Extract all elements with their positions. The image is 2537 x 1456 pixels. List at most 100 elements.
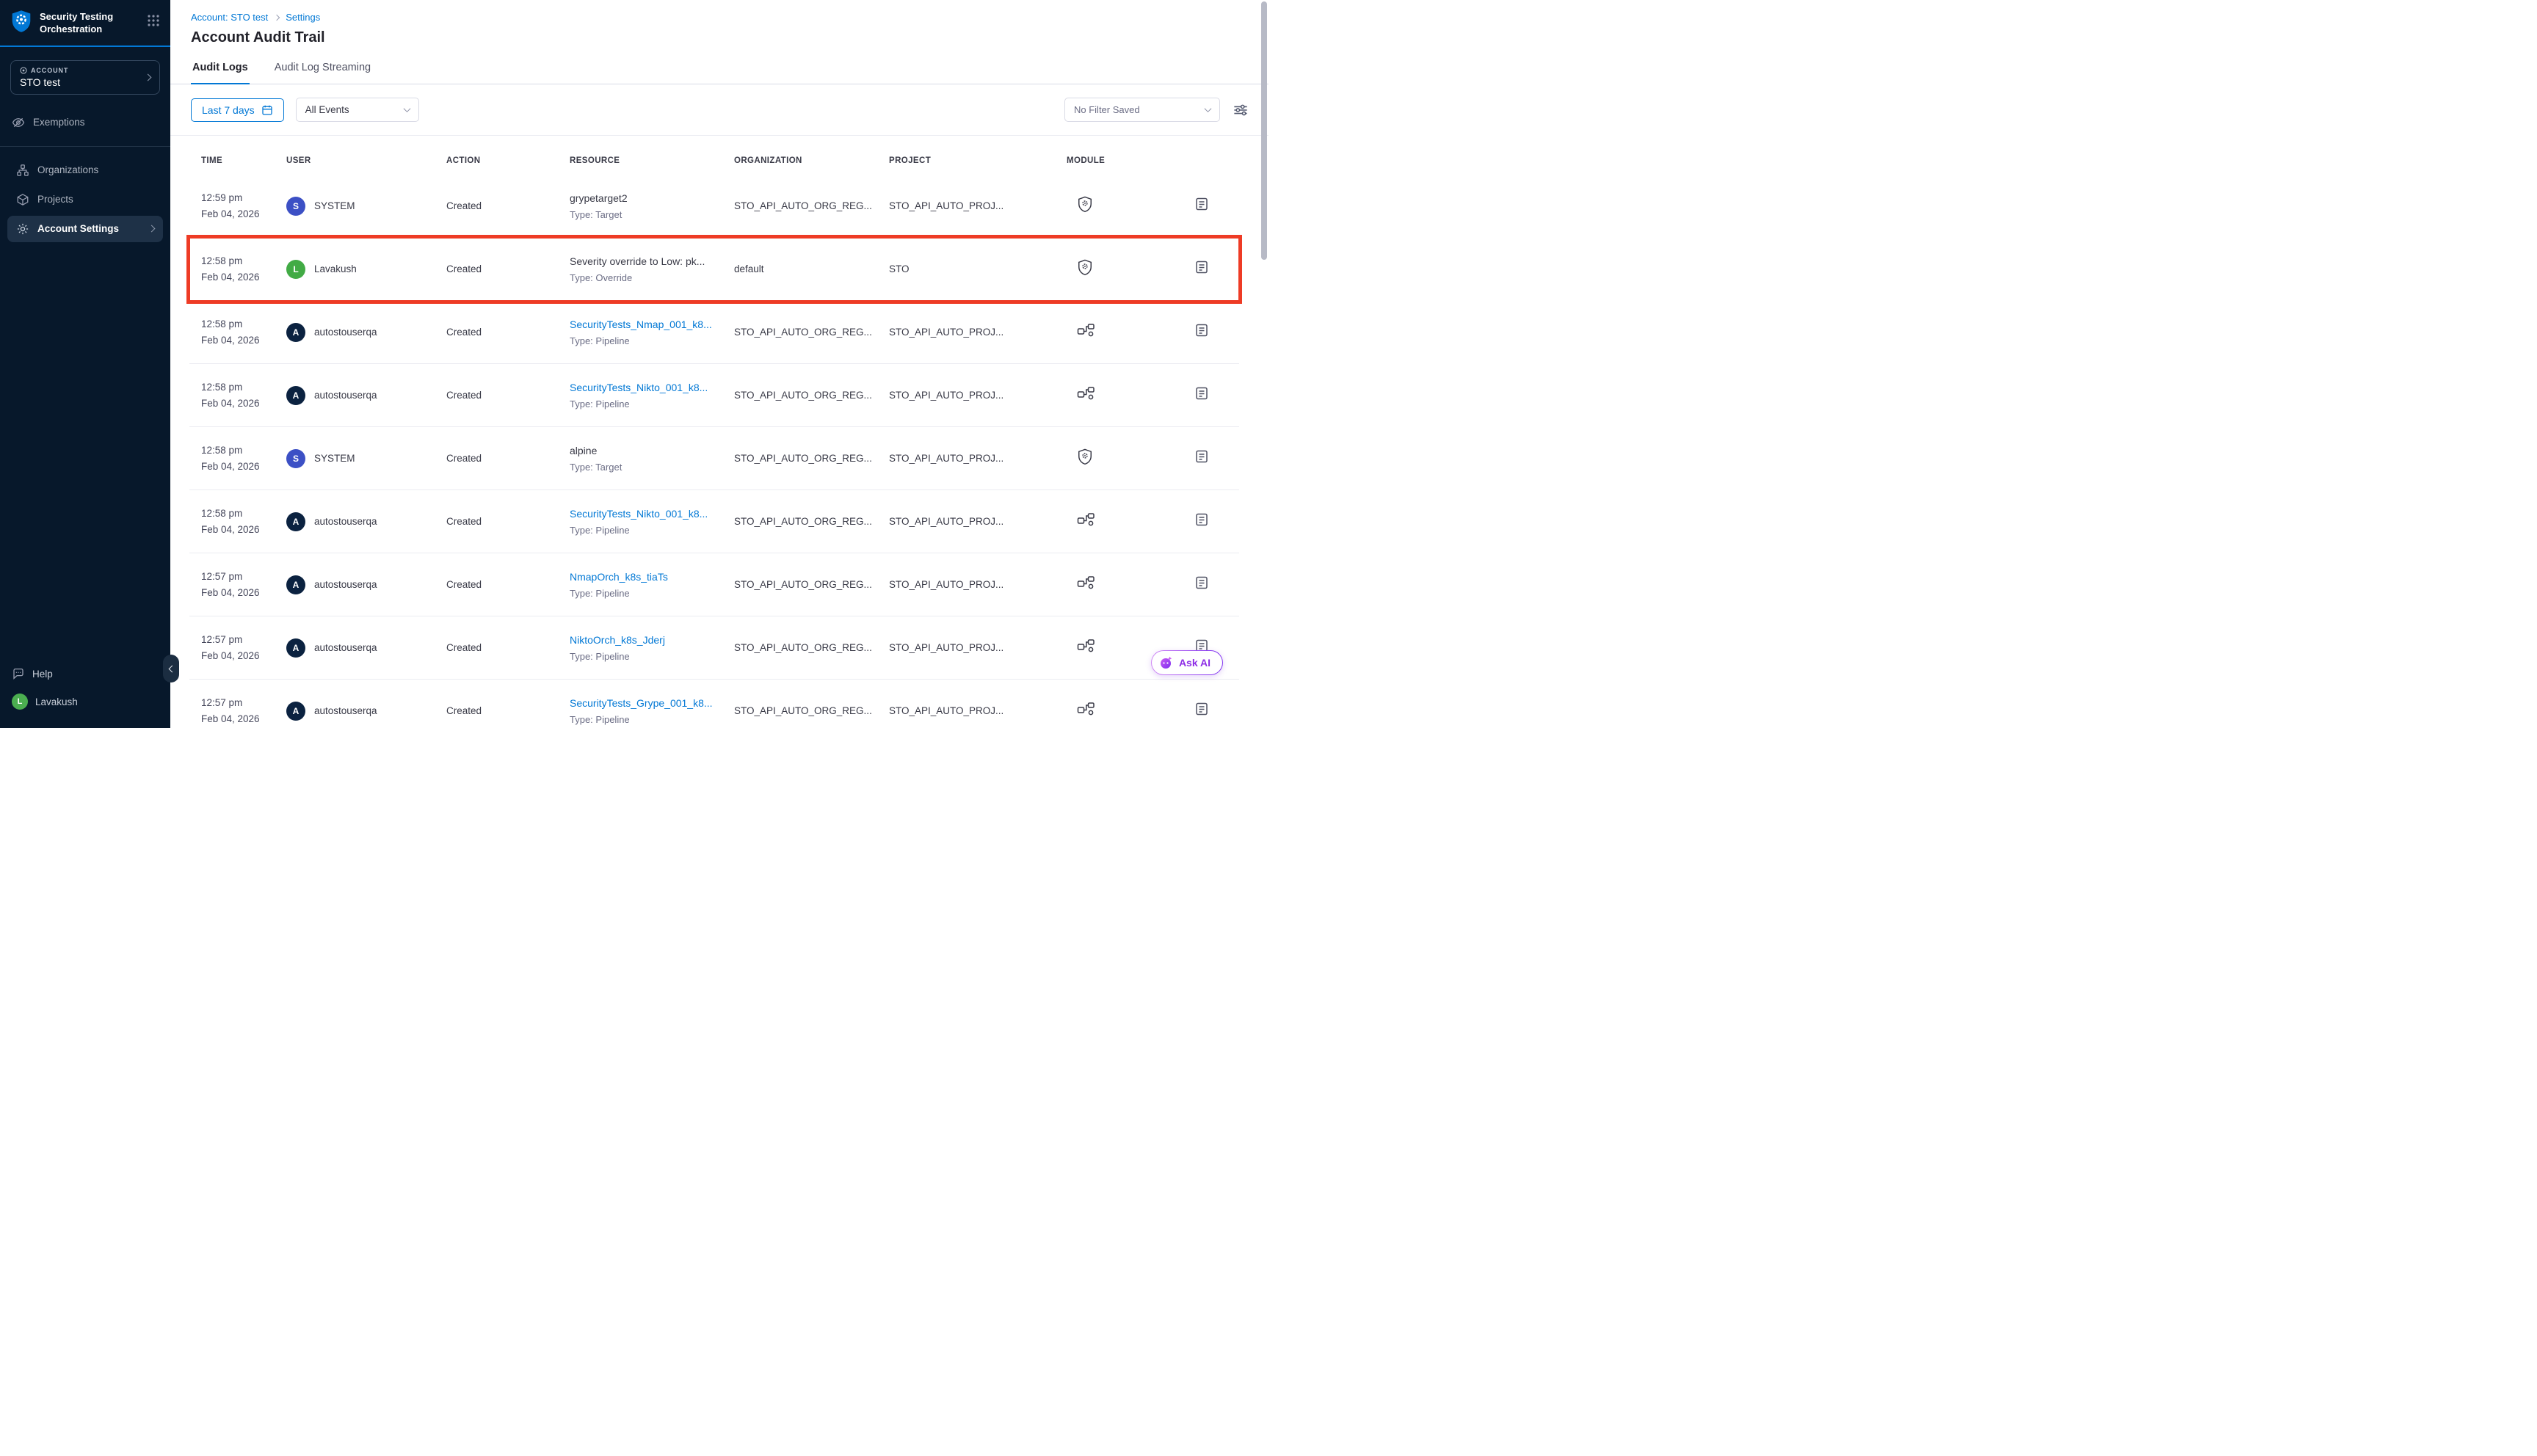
audit-row-annotated[interactable]: 12:58 pmFeb 04, 2026LLavakushCreatedSeve… [189,238,1239,301]
resource-name[interactable]: SecurityTests_Nmap_001_k8... [570,318,725,330]
main-scrollbar[interactable] [1261,1,1267,260]
row-resource: alpineType: Target [570,445,734,473]
user-avatar: L [286,260,305,279]
pipeline-module-icon [1077,702,1095,716]
row-action: Created [446,516,570,527]
row-time: 12:58 pmFeb 04, 2026 [189,382,286,409]
tab-audit-logs[interactable]: Audit Logs [191,57,250,84]
breadcrumb-account-link[interactable]: Account: STO test [191,12,268,23]
row-time: 12:57 pmFeb 04, 2026 [189,697,286,724]
help-label: Help [32,669,53,680]
audit-rows: 12:59 pm Feb 04, 2026 SSYSTEM Created grypet… [189,175,1239,728]
row-organization: STO_API_AUTO_ORG_REG... [734,200,889,211]
sto-module-icon [1077,196,1093,213]
row-action: Created [446,263,570,274]
row-user: Aautostouserqa [286,575,446,594]
row-time: 12:58 pmFeb 04, 2026 [189,445,286,472]
current-user[interactable]: L Lavakush [12,687,159,716]
resource-type: Type: Pipeline [570,398,734,410]
audit-row[interactable]: 12:58 pmFeb 04, 2026AautostouserqaCreate… [189,301,1239,364]
event-summary-icon[interactable] [1194,512,1209,527]
row-organization: STO_API_AUTO_ORG_REG... [734,390,889,401]
event-summary-icon[interactable] [1194,449,1209,464]
sidebar-item-label: Exemptions [33,117,85,128]
date-range-button[interactable]: Last 7 days [191,98,284,122]
row-details [1190,702,1239,720]
row-time-value: 12:59 pm [201,192,286,203]
sidebar-item-account-settings[interactable]: Account Settings [7,216,163,242]
row-time-value: 12:58 pm [201,318,286,330]
user-avatar: A [286,638,305,658]
audit-row[interactable]: 12:57 pmFeb 04, 2026AautostouserqaCreate… [189,616,1239,680]
sidebar-collapse-handle[interactable] [163,655,179,682]
column-header-user: USER [286,156,446,165]
sidebar-item-exemptions[interactable]: Exemptions [0,109,170,136]
event-summary-icon[interactable] [1194,260,1209,274]
user-name: autostouserqa [314,390,377,401]
sidebar-item-organizations[interactable]: Organizations [7,157,163,183]
resource-name: alpine [570,445,725,456]
event-summary-icon[interactable] [1194,702,1209,716]
row-organization: STO_API_AUTO_ORG_REG... [734,516,889,527]
row-resource: SecurityTests_Nikto_001_k8... Type: Pipel… [570,508,734,536]
help-button[interactable]: Help [12,660,159,687]
audit-row[interactable]: 12:57 pmFeb 04, 2026AautostouserqaCreate… [189,553,1239,616]
audit-row[interactable]: 12:58 pmFeb 04, 2026AautostouserqaCreate… [189,490,1239,553]
row-user: Aautostouserqa [286,323,446,342]
audit-row[interactable]: 12:57 pmFeb 04, 2026Aautostouserqa Create… [189,680,1239,728]
row-module [1067,259,1190,280]
resource-name: grypetarget2 [570,192,725,204]
row-user: Aautostouserqa [286,638,446,658]
app-title: Security Testing Orchestration [40,10,129,36]
row-date-value: Feb 04, 2026 [201,713,286,724]
user-avatar: A [286,323,305,342]
chevron-down-icon [403,105,410,112]
row-details [1190,512,1239,531]
resource-name[interactable]: SecurityTests_Nikto_001_k8... [570,508,725,520]
tab-audit-log-streaming[interactable]: Audit Log Streaming [273,57,372,84]
audit-row[interactable]: 12:59 pmFeb 04, 2026SSYSTEMCreatedgrypet… [189,175,1239,238]
filter-settings-icon[interactable] [1233,103,1248,117]
user-name: autostouserqa [314,516,377,527]
event-summary-icon[interactable] [1194,575,1209,590]
column-header-project: PROJECT [889,156,1067,165]
resource-name[interactable]: NiktoOrch_k8s_Jderj [570,634,725,646]
row-action: Created [446,327,570,338]
row-time-value: 12:57 pm [201,571,286,582]
row-details [1190,575,1239,594]
user-name: autostouserqa [314,705,377,716]
row-date-value: Feb 04, 2026 [201,272,286,283]
row-action: Created [446,390,570,401]
audit-row[interactable]: 12:58 pmFeb 04, 2026SSYSTEMCreatedalpine… [189,427,1239,490]
sidebar-item-label: Organizations [37,164,98,175]
resource-name[interactable]: SecurityTests_Grype_001_k8... [570,697,725,709]
row-action: Created [446,705,570,716]
row-date-value: Feb 04, 2026 [201,587,286,598]
event-summary-icon[interactable] [1194,197,1209,211]
resource-name[interactable]: SecurityTests_Nikto_001_k8... [570,382,725,393]
event-type-dropdown[interactable]: All Events [296,98,419,122]
resource-type: Type: Pipeline [570,525,734,536]
row-resource: grypetarget2Type: Target [570,192,734,220]
breadcrumb-settings-link[interactable]: Settings [286,12,320,23]
pipeline-module-icon [1077,638,1095,653]
row-project: STO_API_AUTO_PROJ... [889,642,1067,653]
module-switcher-grid-icon[interactable] [147,10,160,31]
user-avatar: A [286,702,305,721]
row-user: LLavakush [286,260,446,279]
row-user: SSYSTEM [286,197,446,216]
ask-ai-button[interactable]: Ask AI [1151,650,1223,675]
app-window: Security Testing Orchestration ACCOUNT S… [0,0,1268,728]
audit-row[interactable]: 12:58 pmFeb 04, 2026AautostouserqaCreate… [189,364,1239,427]
resource-name[interactable]: NmapOrch_k8s_tiaTs [570,571,725,583]
event-summary-icon[interactable] [1194,386,1209,401]
sidebar-item-projects[interactable]: Projects [7,186,163,213]
breadcrumb-separator-icon [274,15,280,21]
page-title: Account Audit Trail [170,23,1268,46]
saved-filter-dropdown[interactable]: No Filter Saved [1064,98,1220,122]
event-summary-icon[interactable] [1194,323,1209,338]
sidebar-header: Security Testing Orchestration [0,0,170,47]
row-module [1067,448,1190,469]
calendar-icon [261,104,273,116]
account-selector[interactable]: ACCOUNT STO test [10,60,160,95]
